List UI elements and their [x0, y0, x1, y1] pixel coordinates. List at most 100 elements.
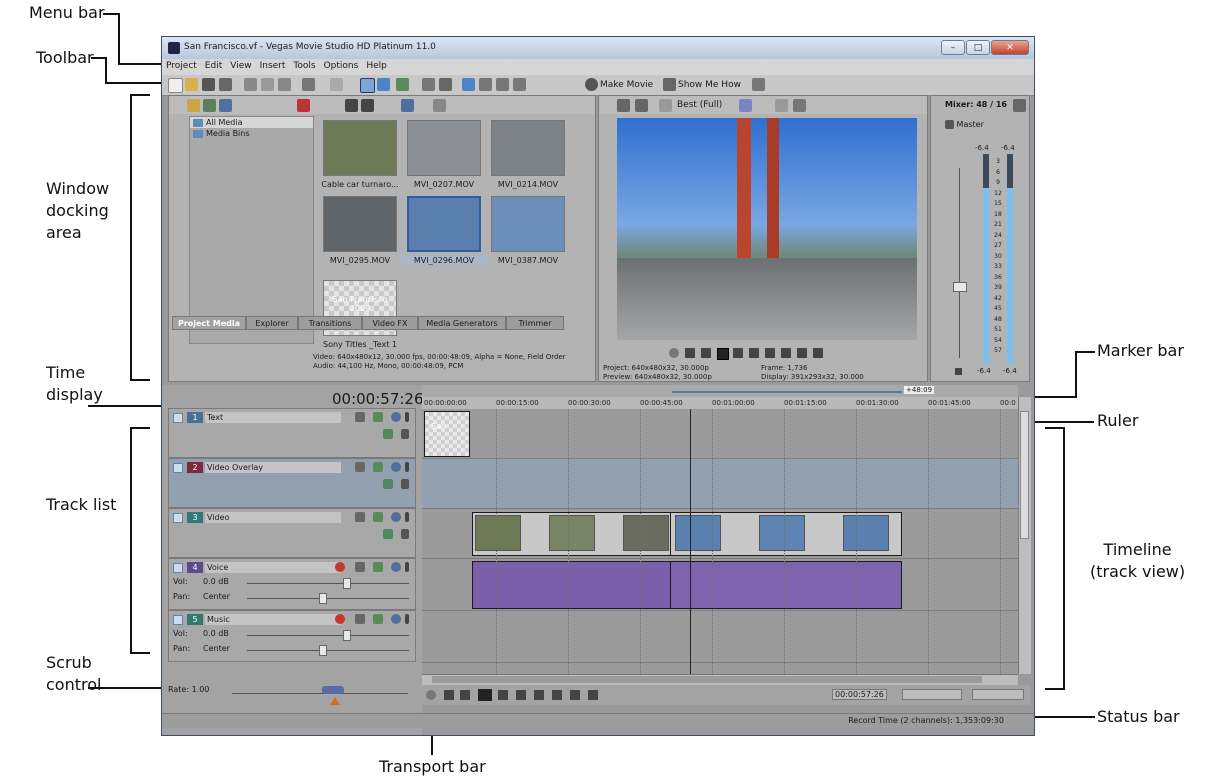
new-icon[interactable]	[168, 78, 183, 93]
make-compositing-child-icon[interactable]	[401, 529, 409, 539]
track-name[interactable]: Voice	[205, 562, 341, 573]
make-compositing-child-icon[interactable]	[401, 479, 409, 489]
go-to-end-icon[interactable]	[552, 690, 562, 700]
track-info-icon[interactable]	[405, 562, 409, 572]
normal-edit-tool-icon[interactable]	[360, 78, 375, 93]
timeline-track-view[interactable]: San	[422, 409, 1018, 674]
voice-audio-event[interactable]	[472, 561, 672, 609]
menu-edit[interactable]: Edit	[201, 59, 226, 73]
save-icon[interactable]	[202, 78, 215, 91]
close-button[interactable]: ✕	[991, 40, 1029, 55]
copy-snapshot-icon[interactable]	[775, 99, 788, 112]
track-fx-icon[interactable]	[355, 412, 365, 422]
paste-icon[interactable]	[278, 78, 291, 91]
next-frame-icon[interactable]	[588, 690, 598, 700]
selection-start[interactable]	[902, 689, 962, 700]
split-screen-icon[interactable]	[659, 99, 672, 112]
copy-icon[interactable]	[261, 78, 274, 91]
record-icon[interactable]	[426, 690, 436, 700]
whats-this-help-icon[interactable]	[752, 78, 765, 91]
play-icon[interactable]	[345, 99, 358, 112]
track-name[interactable]: Video Overlay	[205, 462, 341, 473]
crossfade-icon[interactable]	[439, 78, 452, 91]
track-solo-icon[interactable]	[391, 412, 401, 422]
lock-envelopes-icon[interactable]	[462, 78, 475, 91]
tree-item-media-bins[interactable]: Media Bins	[190, 128, 313, 139]
record-icon[interactable]	[669, 348, 679, 358]
preview-properties-icon[interactable]	[617, 99, 630, 112]
h-scroll-thumb[interactable]	[432, 676, 982, 683]
show-me-how-icon[interactable]	[663, 78, 676, 91]
track-expand-icon[interactable]	[173, 413, 183, 423]
undo-icon[interactable]	[302, 78, 315, 91]
track-expand-icon[interactable]	[173, 563, 183, 573]
selection-length[interactable]	[972, 689, 1024, 700]
track-fx-icon[interactable]	[355, 614, 365, 624]
track-header[interactable]: 1 Text	[168, 408, 416, 458]
menu-project[interactable]: Project	[162, 59, 201, 73]
tab-video-fx[interactable]: Video FX	[362, 316, 418, 330]
track-name[interactable]: Video	[205, 512, 341, 523]
lock-icon[interactable]	[955, 368, 962, 375]
track-info-icon[interactable]	[405, 614, 409, 624]
previous-frame-icon[interactable]	[797, 348, 807, 358]
media-thumb[interactable]	[491, 196, 565, 252]
show-me-how-button[interactable]: Show Me How	[678, 80, 741, 90]
track-mute-icon[interactable]	[373, 412, 383, 422]
selection-tool-icon[interactable]	[513, 78, 526, 91]
voice-audio-event[interactable]	[670, 561, 902, 609]
pause-icon[interactable]	[733, 348, 743, 358]
stop-icon[interactable]	[361, 99, 374, 112]
make-movie-button[interactable]: Make Movie	[600, 80, 653, 90]
properties-icon[interactable]	[219, 78, 232, 91]
capture-video-icon[interactable]	[203, 99, 216, 112]
track-info-icon[interactable]	[405, 512, 409, 522]
track-name[interactable]: Music	[205, 614, 341, 625]
redo-icon[interactable]	[330, 78, 343, 91]
tab-explorer[interactable]: Explorer	[246, 316, 298, 330]
track-name[interactable]: Text	[205, 412, 341, 423]
media-thumb[interactable]	[407, 120, 481, 176]
scroll-thumb[interactable]	[1020, 411, 1029, 539]
track-expand-icon[interactable]	[173, 463, 183, 473]
scrub-control[interactable]	[322, 686, 344, 694]
previous-frame-icon[interactable]	[570, 690, 580, 700]
vertical-scrollbar[interactable]	[1018, 397, 1031, 674]
track-mute-icon[interactable]	[373, 614, 383, 624]
stop-icon[interactable]	[516, 690, 526, 700]
loop-icon[interactable]	[685, 348, 695, 358]
volume-slider[interactable]	[343, 578, 351, 589]
track-info-icon[interactable]	[405, 462, 409, 472]
next-frame-icon[interactable]	[813, 348, 823, 358]
track-fx-icon[interactable]	[355, 562, 365, 572]
horizontal-scrollbar[interactable]	[422, 674, 1018, 685]
save-snapshot-icon[interactable]	[793, 99, 806, 112]
menu-help[interactable]: Help	[362, 59, 391, 73]
media-thumb[interactable]	[323, 120, 397, 176]
play-from-start-icon[interactable]	[701, 348, 711, 358]
media-thumb[interactable]	[491, 120, 565, 176]
media-thumb-selected[interactable]	[407, 196, 481, 252]
views-icon[interactable]	[401, 99, 414, 112]
external-monitor-icon[interactable]	[635, 99, 648, 112]
cut-icon[interactable]	[244, 78, 257, 91]
track-mute-icon[interactable]	[373, 512, 383, 522]
open-icon[interactable]	[185, 78, 198, 91]
record-arm-icon[interactable]	[335, 562, 345, 572]
track-solo-icon[interactable]	[391, 562, 401, 572]
zoom-tool-icon[interactable]	[496, 78, 509, 91]
remove-media-icon[interactable]	[297, 99, 310, 112]
track-fx-icon[interactable]	[355, 512, 365, 522]
time-display[interactable]: 00:00:57:26	[332, 390, 424, 408]
track-expand-icon[interactable]	[173, 513, 183, 523]
tab-media-generators[interactable]: Media Generators	[418, 316, 506, 330]
menu-view[interactable]: View	[226, 59, 255, 73]
pan-slider[interactable]	[319, 593, 327, 604]
track-mute-icon[interactable]	[373, 562, 383, 572]
stop-icon[interactable]	[749, 348, 759, 358]
minimize-button[interactable]: –	[941, 40, 965, 55]
play-icon[interactable]	[717, 348, 729, 360]
make-movie-icon[interactable]	[585, 78, 598, 91]
track-fx-icon[interactable]	[355, 462, 365, 472]
master-fader[interactable]	[953, 282, 967, 292]
